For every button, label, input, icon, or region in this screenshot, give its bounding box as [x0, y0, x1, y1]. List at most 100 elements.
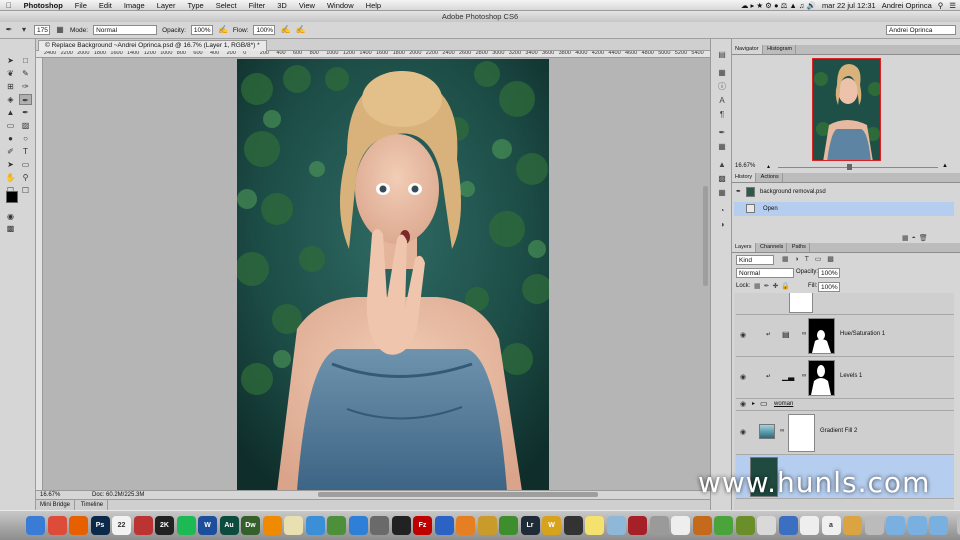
- blur-tool-icon[interactable]: ●: [4, 133, 17, 144]
- menu-select[interactable]: Select: [210, 1, 243, 10]
- menu-type[interactable]: Type: [181, 1, 209, 10]
- color-panel-icon[interactable]: ◔: [716, 205, 728, 216]
- menu-edit[interactable]: Edit: [93, 1, 118, 10]
- dock-firefox-icon[interactable]: [69, 516, 88, 535]
- dock-app-gold-icon[interactable]: [477, 516, 497, 535]
- quick-mask-icon[interactable]: ◉: [4, 211, 17, 222]
- layer-row-hue-saturation[interactable]: ◉ ↵ ▤ ∞ Hue/Saturation 1: [736, 315, 954, 357]
- dock-dreamweaver-icon[interactable]: Dw: [241, 516, 260, 535]
- history-panel-icon[interactable]: ▤: [716, 49, 728, 60]
- dock-app-orange-icon[interactable]: [456, 516, 475, 535]
- dock-stickies-icon[interactable]: [585, 516, 604, 535]
- dock-app-w-icon[interactable]: W: [198, 516, 217, 535]
- character-panel-icon[interactable]: A: [716, 95, 728, 106]
- dock-app-light2-icon[interactable]: [800, 516, 819, 535]
- workspace-select[interactable]: Andrei Oprinca: [886, 25, 956, 35]
- dock-drive-icon[interactable]: [327, 516, 346, 535]
- tab-navigator[interactable]: Navigator: [732, 45, 763, 54]
- search-icon[interactable]: ⚲: [938, 1, 944, 10]
- shape-tool-icon[interactable]: ▭: [19, 159, 32, 170]
- eye-icon[interactable]: ◉: [740, 331, 746, 339]
- dock-app-green2-icon[interactable]: [714, 516, 733, 535]
- dodge-tool-icon[interactable]: ○: [19, 133, 32, 144]
- dock-folder-2-icon[interactable]: [864, 516, 884, 535]
- navigator-zoom[interactable]: 16.67%: [735, 163, 755, 169]
- info-icon[interactable]: ⓘ: [716, 81, 728, 92]
- crop-tool-icon[interactable]: ⊞: [4, 81, 17, 92]
- dock-app-2k-icon[interactable]: 2K: [155, 516, 174, 535]
- user-name[interactable]: Andrei Oprinca: [882, 1, 932, 10]
- dock-app-lines-icon[interactable]: [735, 516, 755, 535]
- dock-app-light-icon[interactable]: [757, 516, 776, 535]
- dock-app-green-icon[interactable]: [499, 516, 518, 535]
- foreground-color-swatch[interactable]: [6, 191, 18, 203]
- dock-folder-1-icon[interactable]: [843, 516, 862, 535]
- 3d-camera-icon[interactable]: ☐: [19, 185, 32, 196]
- doc-size[interactable]: Doc: 60.2M/225.3M: [92, 491, 144, 499]
- chevron-down-icon[interactable]: ▾: [19, 25, 29, 35]
- tab-timeline[interactable]: Timeline: [77, 500, 109, 510]
- eye-icon[interactable]: ◉: [740, 373, 746, 381]
- list-icon[interactable]: ☰: [949, 1, 956, 10]
- eraser-tool-icon[interactable]: ▭: [4, 120, 17, 131]
- zoom-level[interactable]: 16.67%: [40, 491, 60, 499]
- eyedropper-tool-icon[interactable]: ✑: [19, 81, 32, 92]
- menu-view[interactable]: View: [293, 1, 321, 10]
- marquee-tool-icon[interactable]: □: [19, 55, 32, 66]
- menu-filter[interactable]: Filter: [243, 1, 272, 10]
- pressure-size-icon[interactable]: ✍: [295, 25, 305, 35]
- dock-finder-icon[interactable]: [26, 516, 45, 535]
- tab-channels[interactable]: Channels: [757, 243, 788, 252]
- tab-history[interactable]: History: [732, 173, 757, 182]
- menu-image[interactable]: Image: [118, 1, 151, 10]
- tab-histogram[interactable]: Histogram: [764, 45, 797, 54]
- dock-calendar-icon[interactable]: 22: [112, 516, 131, 535]
- history-brush-icon[interactable]: ✒: [736, 185, 741, 199]
- swatches-icon[interactable]: ▦: [716, 187, 728, 198]
- dock-app-gray-icon[interactable]: [649, 516, 669, 535]
- brush-presets-icon[interactable]: ✒: [716, 127, 728, 138]
- pen-tool-icon[interactable]: ✐: [4, 146, 17, 157]
- zoom-slider[interactable]: [778, 167, 938, 168]
- document-tab[interactable]: © Replace Background ~Andrei Oprinca.psd…: [38, 40, 267, 51]
- layer-filter-select[interactable]: Kind: [736, 255, 774, 265]
- clone-stamp-icon[interactable]: ▲: [4, 107, 17, 118]
- menu-file[interactable]: File: [69, 1, 93, 10]
- dock-terminal-icon[interactable]: [391, 516, 411, 535]
- screen-mode-icon[interactable]: ▩: [4, 223, 17, 234]
- tab-actions[interactable]: Actions: [758, 173, 783, 182]
- fill-field[interactable]: 100%: [818, 282, 840, 292]
- status-icons[interactable]: ☁ ▸ ★ ⚙ ● ⚖ ▲ ♫ 🔊: [741, 1, 816, 10]
- zoom-tool-icon[interactable]: ⚲: [19, 172, 32, 183]
- tool-presets-icon[interactable]: ▦: [716, 141, 728, 152]
- dock-folder-4-icon[interactable]: [907, 516, 927, 535]
- clone-source-icon[interactable]: ▲: [716, 159, 728, 170]
- quick-select-icon[interactable]: ✎: [19, 68, 32, 79]
- lasso-tool-icon[interactable]: ❦: [4, 68, 17, 79]
- expand-arrow-icon[interactable]: ▸: [752, 400, 755, 407]
- healing-brush-icon[interactable]: ◈: [4, 94, 17, 105]
- menu-photoshop[interactable]: Photoshop: [18, 1, 69, 10]
- dock-preview-icon[interactable]: [606, 516, 626, 535]
- hand-tool-icon[interactable]: ✋: [4, 172, 17, 183]
- dock-audition-icon[interactable]: Au: [219, 516, 239, 535]
- dock-lightroom-icon[interactable]: Lr: [520, 516, 540, 535]
- dock-app-blue2-icon[interactable]: [778, 516, 798, 535]
- dock-folder-3-icon[interactable]: [886, 516, 905, 535]
- pressure-opacity-icon[interactable]: ✍: [218, 25, 228, 35]
- menu-layer[interactable]: Layer: [151, 1, 182, 10]
- dock-app-dark-icon[interactable]: [563, 516, 583, 535]
- blend-mode-select[interactable]: Normal: [736, 268, 794, 278]
- path-select-icon[interactable]: ➤: [4, 159, 17, 170]
- dock-safari-icon[interactable]: [305, 516, 325, 535]
- dock-filezilla-icon[interactable]: Fz: [413, 516, 432, 535]
- brush-tool-icon[interactable]: ✒: [4, 25, 14, 35]
- dock-folder-5-icon[interactable]: [929, 516, 948, 535]
- dock-trash-icon[interactable]: [956, 516, 960, 535]
- horizontal-scrollbar[interactable]: [318, 492, 598, 497]
- layer-row-levels[interactable]: ◉ ↵ ▁▃ ∞ Levels 1: [736, 357, 954, 399]
- menu-window[interactable]: Window: [321, 1, 360, 10]
- brush-tool-icon[interactable]: ✒: [19, 94, 32, 105]
- zoom-out-icon[interactable]: ▴: [767, 163, 770, 170]
- zoom-slider-thumb[interactable]: [847, 164, 852, 170]
